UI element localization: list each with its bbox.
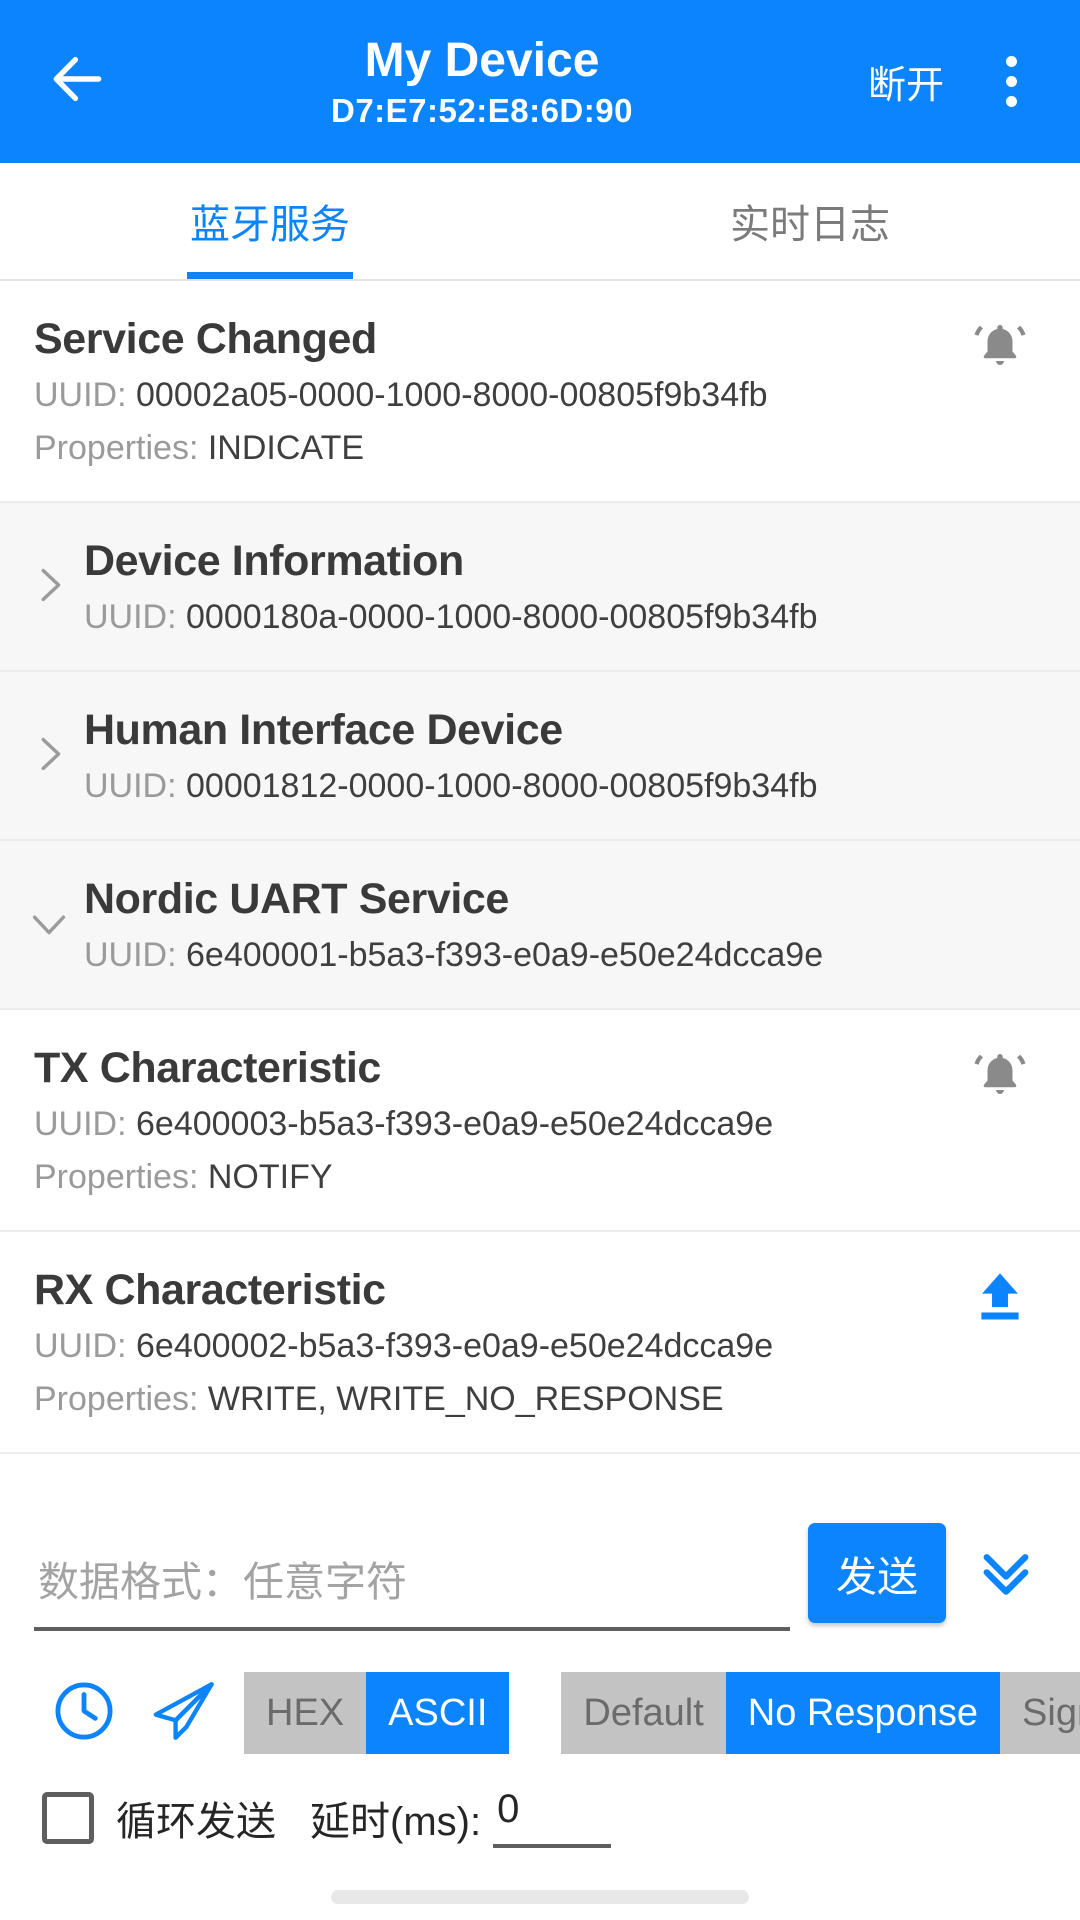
paper-plane-icon bbox=[148, 1675, 220, 1752]
list-item-title: Device Information bbox=[84, 537, 464, 585]
send-button[interactable]: 发送 bbox=[808, 1523, 946, 1623]
list-item-title: Human Interface Device bbox=[84, 706, 563, 754]
list-item-body: Service Changed UUID: 00002a05-0000-1000… bbox=[34, 311, 954, 473]
loop-send-checkbox[interactable] bbox=[42, 1791, 94, 1844]
disconnect-button[interactable]: 断开 bbox=[858, 36, 954, 127]
clock-icon bbox=[50, 1677, 118, 1750]
notify-toggle-button[interactable] bbox=[954, 1040, 1046, 1111]
list-item-properties: Properties: INDICATE bbox=[34, 424, 954, 473]
segment-ascii[interactable]: ASCII bbox=[366, 1672, 510, 1754]
notify-toggle-button[interactable] bbox=[954, 311, 1046, 382]
more-vertical-icon-dot bbox=[1005, 56, 1017, 67]
list-item-uuid: UUID: 6e400002-b5a3-f393-e0a9-e50e24dcca… bbox=[34, 1322, 954, 1371]
properties-label: Properties: bbox=[34, 429, 199, 467]
properties-value: NOTIFY bbox=[207, 1158, 333, 1196]
list-item-properties: Properties: WRITE, WRITE_NO_RESPONSE bbox=[34, 1375, 954, 1424]
list-item[interactable]: Service Changed UUID: 00002a05-0000-1000… bbox=[0, 281, 1080, 503]
send-row: 发送 bbox=[0, 1493, 1080, 1653]
properties-label: Properties: bbox=[34, 1158, 199, 1196]
uuid-label: UUID: bbox=[34, 1327, 127, 1365]
list-filler bbox=[0, 1474, 1080, 1494]
list-item-properties: Properties: NOTIFY bbox=[34, 1153, 954, 1202]
tab-bluetooth-services[interactable]: 蓝牙服务 bbox=[0, 163, 540, 279]
list-item-body: TX Characteristic UUID: 6e400003-b5a3-f3… bbox=[34, 1040, 954, 1202]
uuid-value: 6e400003-b5a3-f393-e0a9-e50e24dcca9e bbox=[136, 1105, 774, 1143]
history-button[interactable] bbox=[34, 1665, 134, 1761]
list-item-uuid: UUID: 00002a05-0000-1000-8000-00805f9b34… bbox=[34, 371, 954, 420]
list-item-uuid: UUID: 6e400001-b5a3-f393-e0a9-e50e24dcca… bbox=[84, 931, 1046, 980]
more-vertical-icon-dot bbox=[1005, 96, 1017, 107]
list-item[interactable]: RX Characteristic UUID: 6e400002-b5a3-f3… bbox=[0, 1232, 1080, 1454]
properties-value: INDICATE bbox=[207, 429, 365, 467]
list-item[interactable]: Human Interface Device UUID: 00001812-00… bbox=[0, 672, 1080, 841]
uuid-label: UUID: bbox=[84, 598, 177, 636]
expand-toggle[interactable] bbox=[14, 731, 84, 782]
list-item-title: Nordic UART Service bbox=[84, 875, 509, 923]
delay-input[interactable] bbox=[493, 1787, 612, 1848]
uuid-label: UUID: bbox=[34, 1105, 127, 1143]
system-navigation-bar bbox=[0, 1848, 1080, 1920]
list-item[interactable]: TX Characteristic UUID: 6e400003-b5a3-f3… bbox=[0, 1010, 1080, 1232]
segment-no-response[interactable]: No Response bbox=[725, 1672, 1001, 1754]
app-bar: My Device D7:E7:52:E8:6D:90 断开 bbox=[0, 0, 1080, 163]
list-item-title: RX Characteristic bbox=[34, 1266, 386, 1314]
page-title: My Device bbox=[364, 33, 600, 87]
chevron-right-icon bbox=[26, 731, 72, 782]
list-item-body: Device Information UUID: 0000180a-0000-1… bbox=[84, 533, 1046, 642]
list-item-body: Nordic UART Service UUID: 6e400001-b5a3-… bbox=[84, 871, 1046, 980]
double-chevron-down-icon bbox=[973, 1538, 1039, 1609]
data-input[interactable] bbox=[34, 1549, 790, 1631]
arrow-left-icon bbox=[47, 48, 109, 115]
services-list: Service Changed UUID: 00002a05-0000-1000… bbox=[0, 281, 1080, 1474]
device-detail-screen: My Device D7:E7:52:E8:6D:90 断开 蓝牙服务 实时日志… bbox=[0, 0, 1080, 1920]
uuid-label: UUID: bbox=[34, 376, 127, 414]
chevron-right-icon bbox=[26, 562, 72, 613]
collapse-panel-button[interactable] bbox=[960, 1538, 1052, 1609]
overflow-menu-button[interactable] bbox=[968, 34, 1054, 130]
list-item[interactable]: Nordic UART Service UUID: 6e400001-b5a3-… bbox=[0, 841, 1080, 1010]
segment-default[interactable]: Default bbox=[561, 1672, 726, 1754]
segment-hex[interactable]: HEX bbox=[244, 1672, 367, 1754]
composer: 发送 bbox=[0, 1493, 1080, 1848]
expand-toggle[interactable] bbox=[14, 562, 84, 613]
options-row: 循环发送 延时(ms): bbox=[0, 1771, 1080, 1848]
device-address: D7:E7:52:E8:6D:90 bbox=[331, 91, 633, 129]
title-block: My Device D7:E7:52:E8:6D:90 bbox=[106, 32, 858, 132]
format-segmented-control: HEX ASCII bbox=[244, 1672, 510, 1754]
uuid-value: 0000180a-0000-1000-8000-00805f9b34fb bbox=[186, 598, 818, 636]
notifications-active-bell-icon bbox=[970, 1046, 1030, 1111]
list-item-body: Human Interface Device UUID: 00001812-00… bbox=[84, 702, 1046, 811]
list-item-uuid: UUID: 6e400003-b5a3-f393-e0a9-e50e24dcca… bbox=[34, 1100, 954, 1149]
write-button[interactable] bbox=[954, 1262, 1046, 1331]
list-item-uuid: UUID: 00001812-0000-1000-8000-00805f9b34… bbox=[84, 762, 1046, 811]
uuid-value: 6e400002-b5a3-f393-e0a9-e50e24dcca9e bbox=[136, 1327, 774, 1365]
gesture-home-indicator[interactable] bbox=[331, 1890, 749, 1904]
list-item-uuid: UUID: 0000180a-0000-1000-8000-00805f9b34… bbox=[84, 593, 1046, 642]
list-item-title: TX Characteristic bbox=[34, 1044, 381, 1092]
tab-bar: 蓝牙服务 实时日志 bbox=[0, 163, 1080, 281]
data-input-wrapper bbox=[34, 1549, 800, 1631]
controls-row: HEX ASCII Default No Response Signed bbox=[0, 1653, 1080, 1771]
upload-icon bbox=[971, 1268, 1029, 1331]
delay-label: 延时(ms): bbox=[310, 1799, 482, 1844]
uuid-value: 00001812-0000-1000-8000-00805f9b34fb bbox=[186, 767, 818, 805]
collapse-toggle[interactable] bbox=[14, 900, 84, 951]
uuid-label: UUID: bbox=[84, 936, 177, 974]
list-item-title: Service Changed bbox=[34, 315, 377, 363]
quick-send-button[interactable] bbox=[134, 1665, 234, 1761]
list-item-body: RX Characteristic UUID: 6e400002-b5a3-f3… bbox=[34, 1262, 954, 1424]
more-vertical-icon-dot bbox=[1005, 76, 1017, 87]
properties-value: WRITE, WRITE_NO_RESPONSE bbox=[207, 1380, 724, 1418]
chevron-down-icon bbox=[26, 900, 72, 951]
properties-label: Properties: bbox=[34, 1380, 199, 1418]
uuid-value: 00002a05-0000-1000-8000-00805f9b34fb bbox=[136, 376, 768, 414]
write-type-segmented-control: Default No Response Signed bbox=[561, 1672, 1080, 1754]
notifications-active-bell-icon bbox=[970, 317, 1030, 382]
loop-send-label: 循环发送 bbox=[116, 1799, 276, 1844]
segment-signed[interactable]: Signed bbox=[1000, 1672, 1080, 1754]
list-item[interactable]: Device Information UUID: 0000180a-0000-1… bbox=[0, 503, 1080, 672]
uuid-label: UUID: bbox=[84, 767, 177, 805]
tab-realtime-log[interactable]: 实时日志 bbox=[540, 163, 1080, 279]
uuid-value: 6e400001-b5a3-f393-e0a9-e50e24dcca9e bbox=[186, 936, 824, 974]
